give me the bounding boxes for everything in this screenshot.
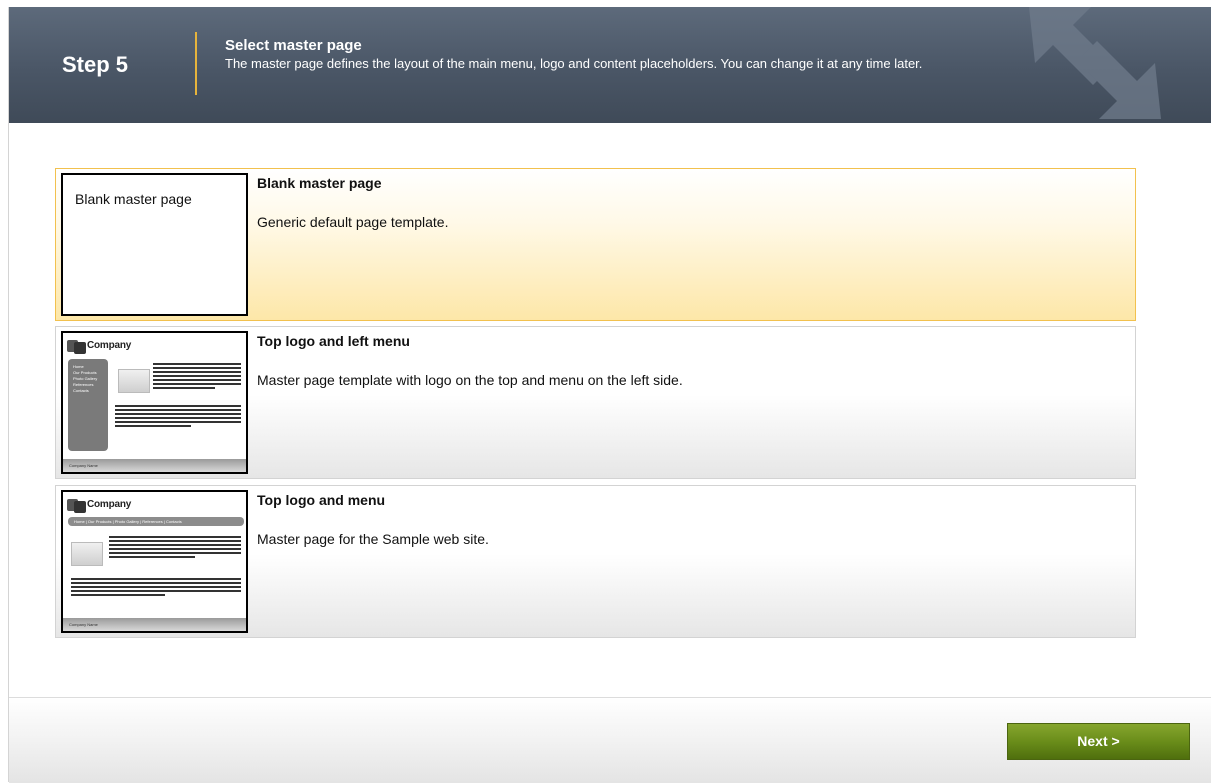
thumbnail-footer: Company Name <box>63 618 246 631</box>
step-title: Select master page <box>225 37 362 54</box>
thumbnail-text-block <box>71 578 241 598</box>
thumbnail-text-block <box>115 405 241 429</box>
option-title: Blank master page <box>257 175 382 191</box>
thumbnail-text-block <box>109 536 241 560</box>
company-logo-icon <box>67 340 86 354</box>
master-option-blank[interactable]: Blank master page Blank master page Gene… <box>55 168 1136 321</box>
thumbnail-company: Company <box>87 340 132 351</box>
arrows-icon <box>1029 7 1161 119</box>
thumbnail-left-menu: Home Our Products Photo Gallery Referenc… <box>68 359 108 451</box>
master-option-top-logo-menu[interactable]: Company Home | Our Products | Photo Gall… <box>55 485 1136 638</box>
next-button[interactable]: Next > <box>1007 723 1190 760</box>
thumbnail-top-menu: Home | Our Products | Photo Gallery | Re… <box>68 517 244 526</box>
step-divider <box>195 32 197 95</box>
thumbnail-image-icon <box>71 542 103 566</box>
thumbnail-menu-item: Home <box>73 364 84 369</box>
thumbnail-top-logo-menu: Company Home | Our Products | Photo Gall… <box>61 490 248 633</box>
master-option-top-logo-left-menu[interactable]: Company Home Our Products Photo Gallery … <box>55 326 1136 479</box>
thumbnail-footer: Company Name <box>63 459 246 472</box>
option-title: Top logo and left menu <box>257 333 410 349</box>
option-description: Generic default page template. <box>257 214 449 230</box>
step-description: The master page defines the layout of th… <box>225 56 923 71</box>
thumbnail-company: Company <box>87 499 132 510</box>
wizard-frame: Step 5 Select master page The master pag… <box>8 7 1211 783</box>
thumbnail-top-logo-left-menu: Company Home Our Products Photo Gallery … <box>61 331 248 474</box>
wizard-header: Step 5 Select master page The master pag… <box>9 7 1211 123</box>
thumbnail-menu-item: Contacts <box>73 388 89 393</box>
thumbnail-blank: Blank master page <box>61 173 248 316</box>
thumbnail-image-icon <box>118 369 150 393</box>
company-logo-icon <box>67 499 86 513</box>
option-description: Master page template with logo on the to… <box>257 372 683 388</box>
option-description: Master page for the Sample web site. <box>257 531 489 547</box>
option-title: Top logo and menu <box>257 492 386 508</box>
thumbnail-text-block <box>153 363 241 391</box>
step-label: Step 5 <box>62 52 129 77</box>
thumbnail-label: Blank master page <box>75 191 192 207</box>
